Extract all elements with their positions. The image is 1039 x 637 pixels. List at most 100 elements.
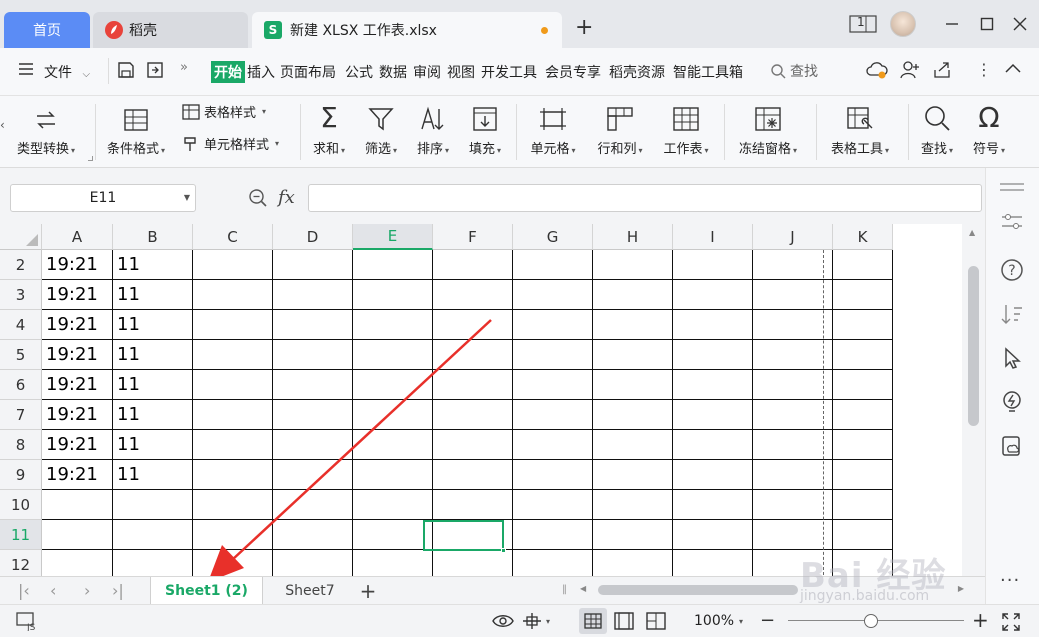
type-convert-button[interactable]: 类型转换 ▾ (10, 102, 82, 157)
add-sheet-button[interactable]: + (356, 577, 380, 604)
table-cell[interactable] (193, 370, 273, 400)
table-cell[interactable] (353, 400, 433, 430)
table-cell[interactable] (753, 490, 833, 520)
menu-page-layout[interactable]: 页面布局 (280, 62, 336, 82)
table-cell[interactable]: 19:21 (42, 340, 113, 370)
column-header[interactable]: A (42, 224, 113, 250)
table-cell[interactable] (353, 310, 433, 340)
row-header[interactable]: 10 (0, 490, 42, 520)
sheet-tab-active[interactable]: Sheet1 (2) (150, 577, 263, 604)
row-header[interactable]: 8 (0, 430, 42, 460)
freeze-panes-button[interactable]: 冻结窗格 ▾ (732, 102, 804, 157)
menu-data[interactable]: 数据 (379, 62, 407, 82)
table-cell[interactable] (42, 520, 113, 550)
table-cell[interactable] (353, 490, 433, 520)
help-icon[interactable]: ? (1000, 258, 1024, 282)
table-cell[interactable] (833, 520, 893, 550)
sort-button[interactable]: 排序 ▾ (410, 102, 456, 157)
column-header[interactable]: E (353, 224, 433, 250)
table-cell[interactable] (513, 400, 593, 430)
table-cell[interactable] (193, 310, 273, 340)
table-cell[interactable]: 19:21 (42, 250, 113, 280)
table-cell[interactable]: 19:21 (42, 280, 113, 310)
table-cell[interactable]: 11 (113, 430, 193, 460)
table-cell[interactable] (193, 520, 273, 550)
table-cell[interactable] (833, 490, 893, 520)
export-icon[interactable] (146, 61, 164, 79)
lightbulb-icon[interactable] (1000, 390, 1024, 414)
menu-start[interactable]: 开始 (211, 61, 245, 83)
table-cell[interactable] (273, 520, 353, 550)
eye-protection-icon[interactable] (492, 612, 514, 630)
table-cell[interactable] (673, 280, 753, 310)
menu-member[interactable]: 会员专享 (545, 62, 601, 82)
search-box[interactable]: 查找 (770, 61, 818, 81)
zoom-formula-icon[interactable] (248, 188, 268, 208)
table-cell[interactable]: 11 (113, 400, 193, 430)
table-cell[interactable] (833, 370, 893, 400)
column-header[interactable]: H (593, 224, 673, 250)
tab-home[interactable]: 首页 (4, 12, 90, 48)
table-cell[interactable] (513, 490, 593, 520)
ribbon-scroll-left-icon[interactable]: ‹ (0, 118, 5, 132)
table-cell[interactable] (433, 550, 513, 576)
menu-developer[interactable]: 开发工具 (481, 62, 537, 82)
sort-sidebar-icon[interactable] (1000, 302, 1024, 326)
table-cell[interactable] (353, 520, 433, 550)
first-sheet-icon[interactable]: |‹ (18, 581, 30, 600)
table-cell[interactable] (513, 370, 593, 400)
select-all-corner[interactable] (0, 224, 42, 250)
table-cell[interactable] (193, 400, 273, 430)
vertical-scrollbar[interactable]: ▲ (962, 224, 985, 576)
table-cell[interactable] (513, 310, 593, 340)
table-cell[interactable]: 11 (113, 280, 193, 310)
avatar[interactable] (890, 11, 916, 37)
table-cell[interactable] (673, 520, 753, 550)
table-cell[interactable] (113, 520, 193, 550)
table-cell[interactable] (593, 490, 673, 520)
table-cell[interactable] (753, 520, 833, 550)
table-cell[interactable] (593, 310, 673, 340)
tab-file[interactable]: S 新建 XLSX 工作表.xlsx (252, 12, 562, 48)
table-cell[interactable] (833, 340, 893, 370)
table-cell[interactable] (273, 310, 353, 340)
menu-review[interactable]: 审阅 (413, 62, 441, 82)
table-cell[interactable] (433, 460, 513, 490)
cloud-doc-icon[interactable] (1000, 434, 1024, 458)
table-cell[interactable] (353, 340, 433, 370)
row-header[interactable]: 12 (0, 550, 42, 576)
table-cell[interactable] (193, 280, 273, 310)
table-cell[interactable] (833, 430, 893, 460)
table-cell[interactable] (513, 340, 593, 370)
sum-button[interactable]: Σ 求和 ▾ (306, 102, 352, 158)
table-cell[interactable] (273, 280, 353, 310)
table-cell[interactable] (353, 280, 433, 310)
table-cell[interactable] (593, 460, 673, 490)
sheet-tab-sheet7[interactable]: Sheet7 (266, 577, 354, 604)
row-header[interactable]: 4 (0, 310, 42, 340)
column-header[interactable]: D (273, 224, 353, 250)
cursor-icon[interactable] (1000, 346, 1024, 370)
close-icon[interactable] (1008, 12, 1032, 36)
table-tools-button[interactable]: 表格工具 ▾ (824, 102, 896, 157)
table-cell[interactable] (433, 430, 513, 460)
table-style-button[interactable]: 表格样式 ▾ (182, 102, 266, 121)
table-cell[interactable] (513, 280, 593, 310)
table-cell[interactable] (673, 340, 753, 370)
table-cell[interactable] (593, 550, 673, 576)
table-cell[interactable] (433, 310, 513, 340)
table-cell[interactable] (753, 400, 833, 430)
table-cell[interactable] (433, 280, 513, 310)
more-arrows-icon[interactable]: » (180, 60, 188, 75)
table-cell[interactable] (193, 340, 273, 370)
column-header[interactable]: I (673, 224, 753, 250)
cell-style-button[interactable]: 单元格样式 ▾ (182, 134, 279, 153)
table-cell[interactable]: 19:21 (42, 460, 113, 490)
worksheet-button[interactable]: 工作表 ▾ (656, 102, 716, 157)
table-cell[interactable] (593, 280, 673, 310)
table-cell[interactable] (42, 550, 113, 576)
menu-view[interactable]: 视图 (447, 62, 475, 82)
table-cell[interactable] (273, 370, 353, 400)
table-cell[interactable] (673, 490, 753, 520)
row-header[interactable]: 3 (0, 280, 42, 310)
